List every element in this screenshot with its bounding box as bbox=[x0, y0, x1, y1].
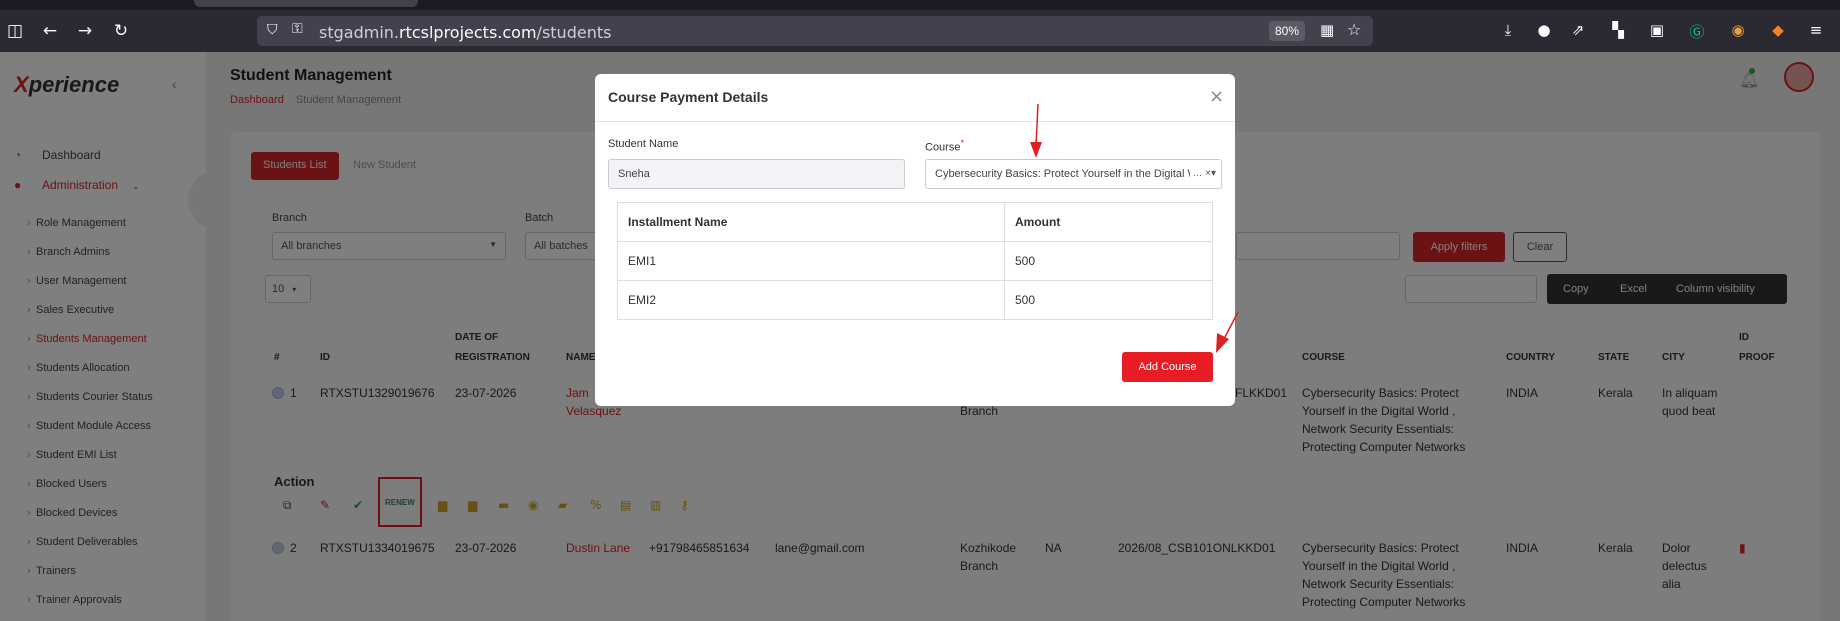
annotation-arrows bbox=[1030, 103, 1239, 353]
arrow-to-course-select bbox=[1030, 103, 1042, 158]
arrow-to-add-course bbox=[1216, 311, 1239, 353]
